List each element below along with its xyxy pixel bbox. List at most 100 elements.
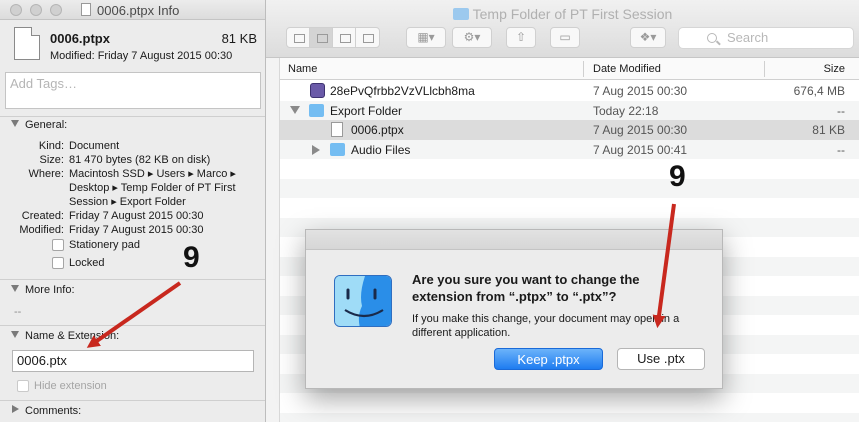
gear-icon: ⚙▾ <box>463 30 481 44</box>
more-info-value: -- <box>14 306 22 318</box>
share-button[interactable]: ⇧ <box>506 27 536 48</box>
name-extension-field[interactable]: 0006.ptx <box>12 350 254 372</box>
column-name[interactable]: Name <box>288 63 317 75</box>
file-row-audio-files[interactable]: Audio Files 7 Aug 2015 00:41 -- <box>280 139 859 159</box>
view-mode-switcher[interactable] <box>286 27 380 48</box>
locked-label: Locked <box>69 257 105 269</box>
list-view-button[interactable] <box>310 28 333 47</box>
tags-field[interactable]: Add Tags… <box>5 72 261 109</box>
disclosure-triangle-icon[interactable] <box>312 144 320 155</box>
file-size: -- <box>837 103 845 118</box>
zoom-button[interactable] <box>50 4 62 16</box>
empty-row <box>280 159 859 179</box>
section-divider <box>0 400 265 401</box>
finder-icon <box>334 275 392 327</box>
file-size: 81 KB <box>221 31 257 46</box>
finder-window-title: Temp Folder of PT First Session <box>266 6 859 22</box>
file-name: 28ePvQfrbb2VzVLlcbh8ma <box>330 84 475 98</box>
get-info-window: 0006.ptpx Info 0006.ptpx 81 KB Modified:… <box>0 0 266 422</box>
file-name: Export Folder <box>330 103 403 118</box>
locked-checkbox[interactable] <box>52 257 64 269</box>
file-name: Audio Files <box>351 142 411 157</box>
icon-view-button[interactable] <box>287 28 310 47</box>
empty-row <box>280 412 859 422</box>
created-row: Created: Friday 7 August 2015 00:30 <box>21 210 204 222</box>
edit-tags-button[interactable]: ▭ <box>550 27 580 48</box>
finder-toolbar: Temp Folder of PT First Session ▦▾ ⚙▾ ⇧ … <box>266 0 859 58</box>
file-date: 7 Aug 2015 00:30 <box>593 123 688 137</box>
kind-row: Kind: Document <box>38 140 120 152</box>
file-row-0006[interactable]: 0006.ptpx 7 Aug 2015 00:30 81 KB <box>280 120 859 140</box>
app-icon <box>310 83 325 98</box>
use-ptx-button[interactable]: Use .ptx <box>617 348 705 370</box>
alert-message: If you make this change, your document m… <box>412 313 680 339</box>
column-headers: Name Date Modified Size <box>280 58 859 80</box>
stationery-pad-checkbox[interactable] <box>52 239 64 251</box>
file-size: -- <box>837 142 845 157</box>
arrange-icon: ▦▾ <box>417 30 435 44</box>
where-row: Where: Macintosh SSD ▸ Users ▸ Marco ▸ <box>28 168 236 180</box>
annotation-number-right: 9 <box>669 160 686 193</box>
hide-extension-checkbox[interactable] <box>17 380 29 392</box>
dropbox-button[interactable]: ❖▾ <box>630 27 666 48</box>
alert-titlebar <box>306 230 722 250</box>
where-row-line2: Desktop ▸ Temp Folder of PT First <box>69 182 236 194</box>
modified-row: Modified: Friday 7 August 2015 00:30 <box>19 224 204 236</box>
column-size[interactable]: Size <box>824 63 845 75</box>
search-field[interactable]: Search <box>678 27 854 49</box>
section-divider <box>0 325 265 326</box>
document-icon <box>331 122 343 137</box>
file-size: 676,4 MB <box>793 84 845 98</box>
info-titlebar: 0006.ptpx Info <box>0 0 265 20</box>
minimize-button[interactable] <box>30 4 42 16</box>
document-icon <box>81 3 91 16</box>
folder-icon <box>452 8 469 20</box>
action-button[interactable]: ⚙▾ <box>452 27 492 48</box>
disclosure-triangle-icon <box>11 331 19 338</box>
rename-extension-alert: Are you sure you want to change the exte… <box>305 229 723 389</box>
file-date: Today 22:18 <box>593 103 659 118</box>
column-date-modified[interactable]: Date Modified <box>593 63 661 75</box>
column-divider <box>764 61 765 77</box>
file-size: 81 KB <box>812 123 845 137</box>
more-info-section-header[interactable]: More Info: <box>0 284 75 296</box>
column-view-button[interactable] <box>333 28 356 47</box>
share-icon: ⇧ <box>515 30 527 44</box>
comments-section-header[interactable]: Comments: <box>0 405 81 417</box>
alert-title: Are you sure you want to change the exte… <box>412 272 640 304</box>
size-row: Size: 81 470 bytes (82 KB on disk) <box>39 154 211 166</box>
disclosure-triangle-icon <box>12 405 19 413</box>
tag-icon: ▭ <box>559 30 571 44</box>
hide-extension-label: Hide extension <box>34 380 107 392</box>
close-button[interactable] <box>10 4 22 16</box>
disclosure-triangle-icon <box>11 285 19 292</box>
disclosure-triangle-icon <box>11 120 19 127</box>
file-name: 0006.ptpx <box>351 123 404 137</box>
stationery-pad-label: Stationery pad <box>69 239 140 251</box>
dropbox-icon: ❖▾ <box>639 30 657 44</box>
name-extension-section-header[interactable]: Name & Extension: <box>0 330 119 342</box>
arrange-button[interactable]: ▦▾ <box>406 27 446 48</box>
search-icon <box>707 33 717 43</box>
cover-flow-button[interactable] <box>356 28 379 47</box>
file-row-export-folder[interactable]: Export Folder Today 22:18 -- <box>280 100 859 120</box>
file-name: 0006.ptpx <box>50 31 110 46</box>
folder-icon <box>309 103 324 117</box>
empty-row <box>280 178 859 198</box>
keep-ptpx-button[interactable]: Keep .ptpx <box>494 348 603 370</box>
general-section-header[interactable]: General: <box>0 119 67 131</box>
annotation-number-left: 9 <box>183 241 200 274</box>
file-row-session[interactable]: 28ePvQfrbb2VzVLlcbh8ma 7 Aug 2015 00:30 … <box>280 81 859 101</box>
document-icon <box>14 27 40 60</box>
empty-row <box>280 198 859 218</box>
modified-line: Modified: Friday 7 August 2015 00:30 <box>50 50 233 62</box>
file-date: 7 Aug 2015 00:41 <box>593 142 688 157</box>
folder-icon <box>330 142 345 156</box>
section-divider <box>0 116 265 117</box>
empty-row <box>280 393 859 413</box>
section-divider <box>0 279 265 280</box>
disclosure-triangle-icon[interactable] <box>290 105 300 114</box>
where-row-line3: Session ▸ Export Folder <box>69 196 186 208</box>
info-window-title: 0006.ptpx Info <box>97 3 180 18</box>
column-divider <box>583 61 584 77</box>
